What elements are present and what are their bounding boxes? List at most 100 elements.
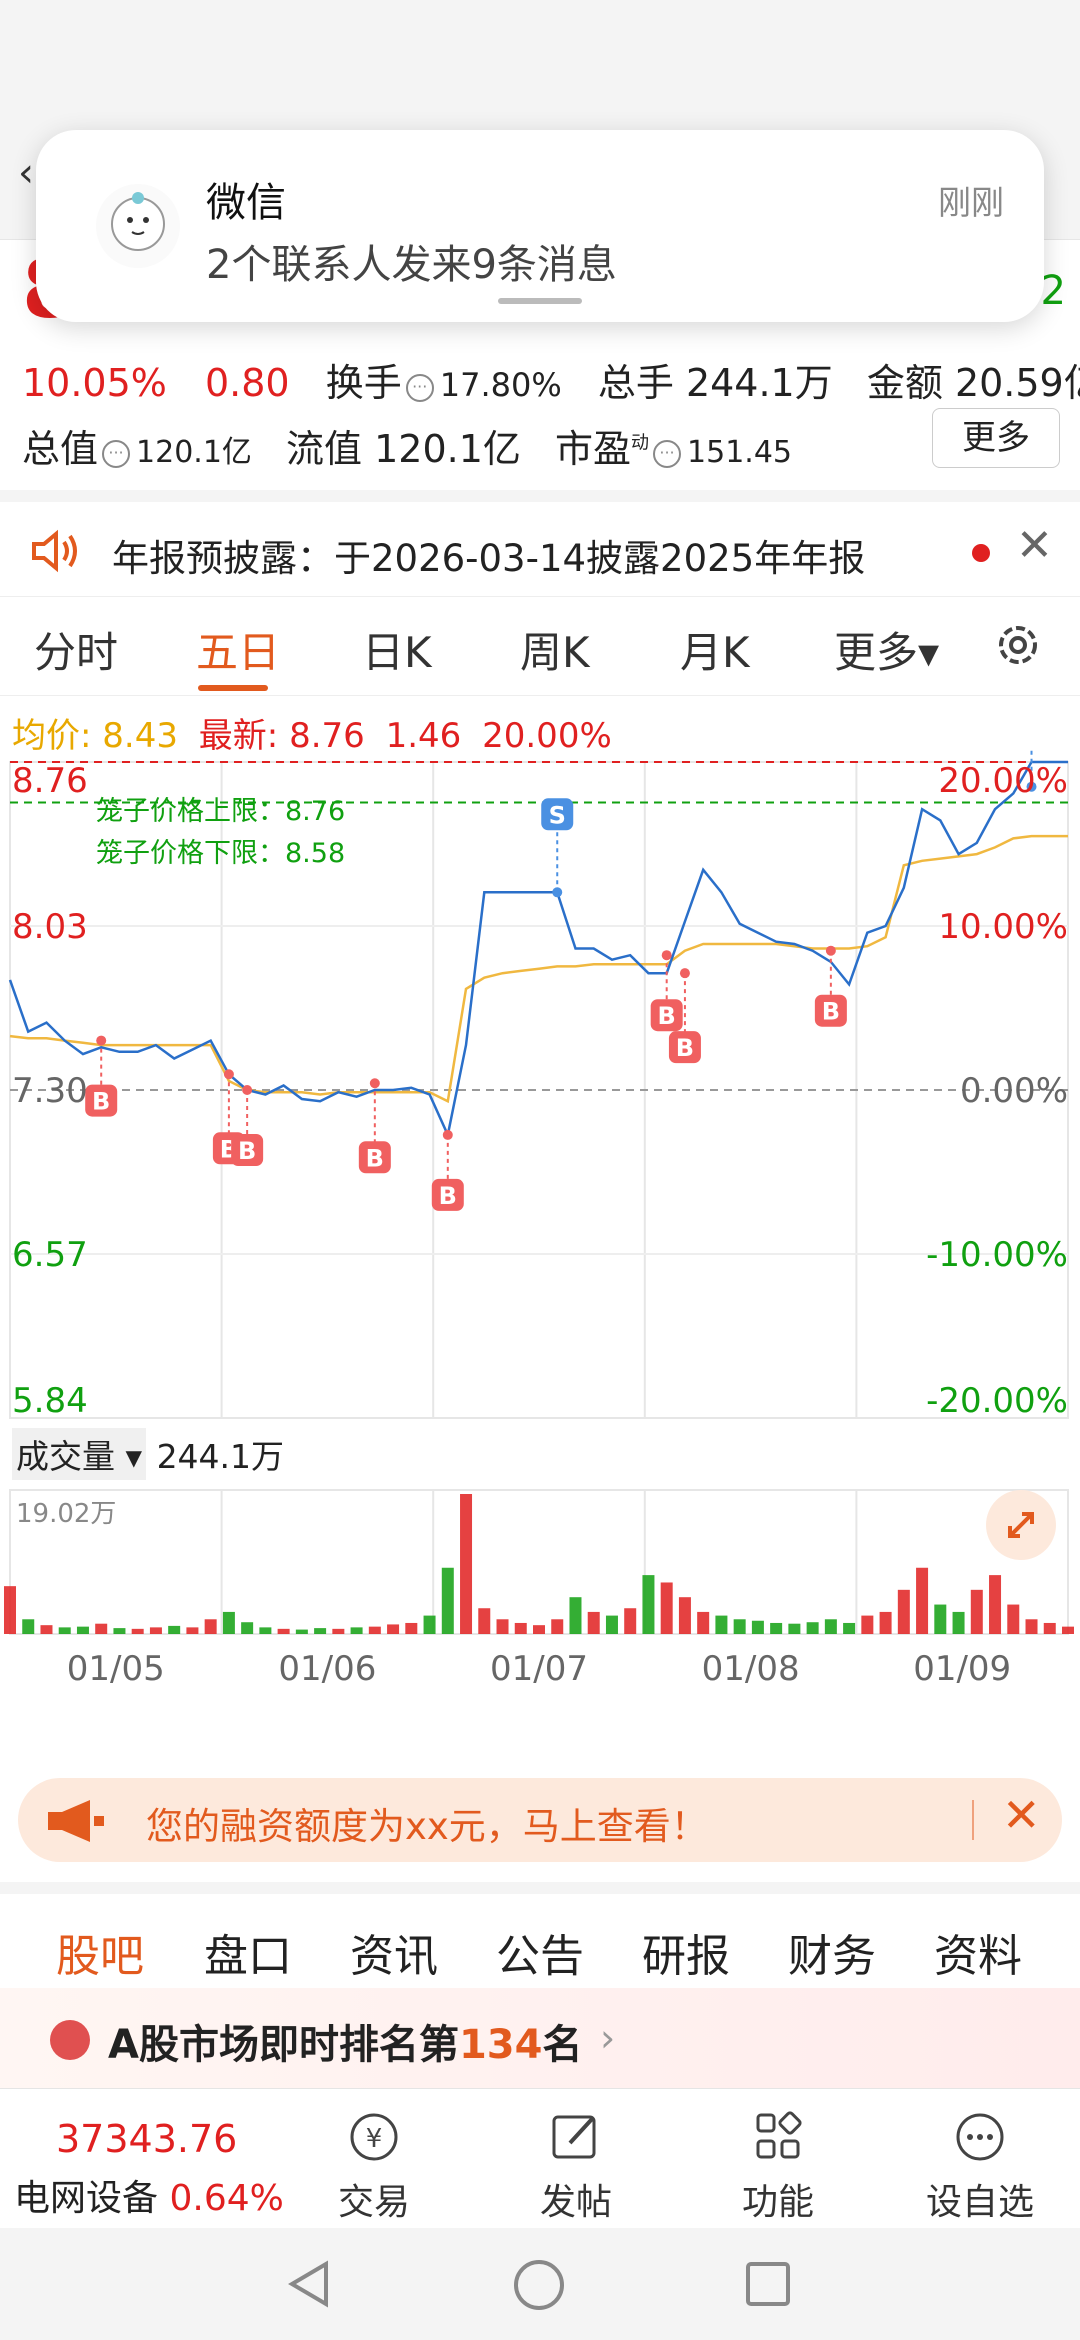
y-tick-right: 10.00% bbox=[938, 907, 1068, 947]
volume-bars: 19.02万 bbox=[4, 1494, 1074, 1634]
x-tick-label: 01/09 bbox=[913, 1649, 1011, 1689]
volume-bar bbox=[751, 1620, 764, 1634]
volume-bar bbox=[58, 1627, 71, 1634]
back-arrow-icon[interactable]: ‹ bbox=[18, 150, 34, 196]
grid-icon bbox=[756, 2111, 802, 2159]
volume-bar bbox=[806, 1622, 819, 1634]
volume-bar bbox=[533, 1625, 545, 1634]
amount-label: 金额 bbox=[866, 361, 943, 405]
chevron-right-icon: › bbox=[600, 2016, 616, 2060]
tab-announcements[interactable]: 公告 bbox=[496, 1920, 584, 1984]
trade-button[interactable]: ¥ 交易 bbox=[294, 2109, 454, 2225]
tab-order-book[interactable]: 盘口 bbox=[204, 1920, 292, 1984]
volume-bar bbox=[95, 1623, 108, 1634]
y-tick-right: 20.00% bbox=[938, 761, 1068, 801]
turnover-label: 换手 bbox=[325, 361, 402, 405]
volume-bar bbox=[4, 1586, 16, 1634]
tab-news[interactable]: 资讯 bbox=[350, 1920, 438, 1984]
x-tick-label: 01/06 bbox=[278, 1649, 376, 1689]
volume-bar bbox=[970, 1589, 983, 1634]
function-button[interactable]: 功能 bbox=[698, 2109, 858, 2225]
nav-home-icon[interactable] bbox=[512, 2258, 566, 2312]
volume-bar bbox=[934, 1604, 947, 1634]
volume-bar bbox=[916, 1567, 929, 1634]
volume-bar bbox=[259, 1627, 272, 1634]
volume-bar bbox=[551, 1619, 564, 1634]
more-button[interactable]: 更多 bbox=[932, 408, 1060, 468]
market-ranking[interactable]: A股市场即时排名第134名 › bbox=[0, 1988, 1080, 2088]
volume-max-label: 19.02万 bbox=[16, 1499, 116, 1529]
volume-bar bbox=[277, 1628, 290, 1634]
total-hands-value: 244.1万 bbox=[685, 361, 833, 405]
tab-finance[interactable]: 财务 bbox=[788, 1920, 876, 1984]
tab-daily-k[interactable]: 日K bbox=[362, 619, 432, 680]
volume-bar bbox=[496, 1619, 509, 1634]
marker-label: B bbox=[92, 1088, 110, 1116]
drag-handle[interactable] bbox=[498, 298, 582, 304]
tab-profile[interactable]: 资料 bbox=[934, 1920, 1022, 1984]
volume-bar bbox=[168, 1625, 181, 1634]
volume-bar bbox=[1007, 1604, 1020, 1634]
tab-research[interactable]: 研报 bbox=[642, 1920, 730, 1984]
info-icon[interactable]: ··· bbox=[102, 440, 131, 468]
volume-bar bbox=[605, 1615, 618, 1634]
info-icon[interactable]: ··· bbox=[653, 440, 682, 468]
tab-weekly-k[interactable]: 周K bbox=[520, 619, 590, 680]
turnover-value: 17.80% bbox=[439, 366, 562, 404]
notification-app-name: 微信 bbox=[206, 180, 286, 226]
close-icon[interactable]: ✕ bbox=[1002, 1788, 1041, 1842]
wechat-notification[interactable]: 微信 刚刚 2个联系人发来9条消息 bbox=[36, 130, 1044, 322]
volume-bar bbox=[624, 1608, 637, 1634]
volume-bar bbox=[314, 1628, 327, 1634]
notification-time: 刚刚 bbox=[938, 183, 1004, 222]
marker-dot bbox=[369, 1078, 380, 1089]
y-tick-left: 5.84 bbox=[12, 1381, 88, 1421]
more-dots-icon bbox=[956, 2113, 1004, 2161]
nav-recents-icon[interactable] bbox=[744, 2260, 792, 2308]
volume-bar bbox=[222, 1611, 235, 1634]
marker-dot bbox=[96, 1035, 107, 1046]
expand-icon[interactable] bbox=[986, 1490, 1056, 1560]
tab-monthly-k[interactable]: 月K bbox=[680, 619, 750, 680]
promo-text: 您的融资额度为xx元，马上查看！ bbox=[146, 1805, 708, 1848]
ranking-icon bbox=[50, 2020, 90, 2060]
volume-bar bbox=[861, 1615, 874, 1634]
financing-promo[interactable]: 您的融资额度为xx元，马上查看！ ✕ bbox=[18, 1778, 1062, 1862]
volume-bar bbox=[1043, 1622, 1056, 1634]
system-navigation bbox=[0, 2228, 1080, 2340]
volume-bar bbox=[843, 1622, 856, 1634]
five-day-chart[interactable]: BBBBBSBBBS 8.7620.00%8.0310.00%7.300.00%… bbox=[0, 750, 1080, 1730]
nav-back-icon[interactable] bbox=[284, 2258, 334, 2310]
tab-guba[interactable]: 股吧 bbox=[56, 1920, 144, 1984]
volume-bar bbox=[514, 1622, 527, 1634]
volume-selector[interactable]: 成交量 ▾ bbox=[12, 1428, 147, 1480]
marker-dot bbox=[242, 1085, 253, 1095]
tab-intraday[interactable]: 分时 bbox=[34, 619, 118, 680]
content-tabs: 股吧 盘口 资讯 公告 研报 财务 资料 bbox=[0, 1882, 1080, 1996]
volume-bar bbox=[149, 1627, 162, 1634]
avg-line-path bbox=[9, 834, 1068, 1104]
notification-message: 2个联系人发来9条消息 bbox=[206, 242, 617, 288]
quote-right-value: 2 bbox=[1040, 268, 1066, 314]
marker-label: B bbox=[366, 1144, 384, 1172]
volume-bar bbox=[76, 1626, 89, 1634]
close-icon[interactable]: ✕ bbox=[1016, 520, 1053, 571]
tab-five-day[interactable]: 五日 bbox=[196, 619, 280, 680]
notice-bar[interactable]: 年报预披露：于2026-03-14披露2025年年报 ✕ bbox=[0, 490, 1080, 590]
settings-gear-icon[interactable] bbox=[990, 617, 1046, 673]
tab-more[interactable]: 更多▾ bbox=[834, 619, 939, 680]
marker-label: B bbox=[822, 998, 840, 1026]
volume-bar bbox=[715, 1615, 728, 1634]
volume-bar bbox=[879, 1611, 892, 1634]
market-value: 120.1亿 bbox=[136, 435, 252, 470]
volume-bar bbox=[697, 1611, 710, 1634]
info-icon[interactable]: ··· bbox=[405, 374, 434, 402]
change-percent: 10.05% bbox=[22, 361, 167, 405]
chart-tabs: 分时 五日 日K 周K 月K 更多▾ bbox=[0, 596, 1080, 696]
marker-label: S bbox=[549, 801, 566, 829]
volume-bar bbox=[824, 1619, 837, 1634]
post-button[interactable]: 发帖 bbox=[496, 2109, 656, 2225]
x-tick-label: 01/07 bbox=[490, 1649, 588, 1689]
add-watchlist-button[interactable]: 设自选 bbox=[900, 2109, 1060, 2225]
volume-bar bbox=[405, 1622, 418, 1634]
